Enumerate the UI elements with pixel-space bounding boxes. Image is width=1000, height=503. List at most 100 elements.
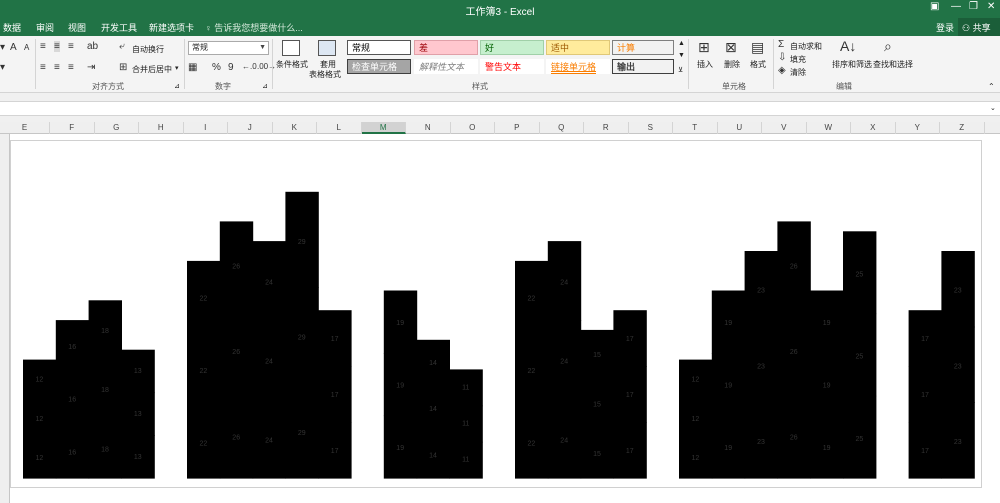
data-label-g1-b2-s2: 24 xyxy=(265,280,273,287)
worksheet[interactable]: 12 12 12 16 16 16 18 18 18 13 13 13 22 22 22 26 26 26 24 24… xyxy=(0,134,1000,503)
align-middle-icon[interactable]: ≡ xyxy=(54,41,60,52)
merge-center-button[interactable]: 合并后居中 xyxy=(132,64,172,75)
align-top-icon[interactable]: ≡ xyxy=(40,41,46,52)
restore-icon[interactable]: ❐ xyxy=(969,1,978,12)
column-header-y[interactable]: Y xyxy=(896,122,940,134)
sort-filter-icon: A↓ xyxy=(840,38,857,54)
conditional-format-button[interactable]: 条件格式 xyxy=(276,59,308,70)
data-label-g4-b1-s1: 19 xyxy=(724,382,732,389)
column-header-n[interactable]: N xyxy=(406,122,451,134)
column-header-f[interactable]: F xyxy=(50,122,95,134)
sort-filter-button[interactable]: 排序和筛选 xyxy=(832,59,872,70)
increase-decimal-icon[interactable]: ←.0 xyxy=(242,62,257,71)
indent-icon[interactable]: ⇥ xyxy=(87,62,95,73)
column-header-r[interactable]: R xyxy=(584,122,629,134)
separator xyxy=(272,39,273,89)
style-good[interactable]: 好 xyxy=(480,40,544,55)
column-header-q[interactable]: Q xyxy=(540,122,584,134)
style-bad[interactable]: 差 xyxy=(414,40,478,55)
delete-button[interactable]: 删除 xyxy=(724,59,740,70)
style-warning[interactable]: 警告文本 xyxy=(480,59,544,74)
column-header-i[interactable]: I xyxy=(184,122,228,134)
font-color-dropdown-icon[interactable]: ▾ xyxy=(0,62,5,73)
minimize-icon[interactable]: — xyxy=(951,1,961,12)
styles-scroll-up-icon[interactable]: ▲ xyxy=(678,40,685,47)
column-header-w[interactable]: W xyxy=(807,122,851,134)
styles-more-icon[interactable]: ⊻ xyxy=(678,66,683,74)
chart-area[interactable]: 12 12 12 16 16 16 18 18 18 13 13 13 22 22 22 26 26 26 24 24… xyxy=(10,140,982,488)
comma-style-button[interactable]: 9 xyxy=(228,62,234,73)
column-header-s[interactable]: S xyxy=(629,122,673,134)
tell-me-search[interactable]: ♀ 告诉我您想要做什么... xyxy=(205,21,303,34)
collapse-ribbon-icon[interactable]: ⌃ xyxy=(988,82,995,91)
column-header-k[interactable]: K xyxy=(273,122,317,134)
align-bottom-icon[interactable]: ≡ xyxy=(68,41,74,52)
wrap-text-icon[interactable]: ⤶ xyxy=(119,41,125,52)
data-label-g4-b3-s0: 26 xyxy=(790,435,798,442)
font-size-dropdown-icon[interactable]: ▾ xyxy=(0,42,5,53)
data-label-g5-b1-s0: 23 xyxy=(954,439,962,446)
tab-new[interactable]: 新建选项卡 xyxy=(149,21,194,34)
column-header-l[interactable]: L xyxy=(317,122,362,134)
style-check-cell[interactable]: 检查单元格 xyxy=(347,59,411,74)
column-header-h[interactable]: H xyxy=(139,122,184,134)
close-icon[interactable]: ✕ xyxy=(987,1,995,12)
table-format-button-line2[interactable]: 表格格式 xyxy=(309,69,341,80)
style-neutral[interactable]: 适中 xyxy=(546,40,610,55)
expand-formula-icon[interactable]: ⌄ xyxy=(990,104,996,112)
column-header-m[interactable]: M xyxy=(361,122,406,134)
find-select-button[interactable]: 查找和选择 xyxy=(873,59,913,70)
style-explanatory[interactable]: 解释性文本 xyxy=(414,59,478,74)
percent-button[interactable]: % xyxy=(212,62,221,73)
column-header-z[interactable]: Z xyxy=(940,122,985,134)
increase-font-icon[interactable]: A xyxy=(10,42,17,53)
column-header-p[interactable]: P xyxy=(495,122,540,134)
format-button[interactable]: 格式 xyxy=(750,59,766,70)
decrease-decimal-icon[interactable]: .00→ xyxy=(257,62,276,71)
align-right-icon[interactable]: ≡ xyxy=(68,62,74,73)
column-header-j[interactable]: J xyxy=(228,122,273,134)
data-label-g0-b0-s2: 12 xyxy=(36,376,44,383)
insert-button[interactable]: 插入 xyxy=(697,59,713,70)
style-calculation[interactable]: 计算 xyxy=(612,40,674,55)
login-link[interactable]: 登录 xyxy=(936,21,954,34)
tab-view[interactable]: 视图 xyxy=(68,21,86,34)
share-button[interactable]: ⚇ 共享 xyxy=(958,18,1000,36)
style-linked-cell[interactable]: 链接单元格 xyxy=(546,59,610,74)
data-label-g2-b1-s1: 14 xyxy=(429,406,437,413)
style-output[interactable]: 输出 xyxy=(612,59,674,74)
tab-review[interactable]: 审阅 xyxy=(36,21,54,34)
tab-developer[interactable]: 开发工具 xyxy=(101,21,137,34)
merge-center-icon[interactable]: ⊞ xyxy=(119,62,127,73)
column-header-g[interactable]: G xyxy=(95,122,139,134)
column-header-v[interactable]: V xyxy=(762,122,807,134)
align-center-icon[interactable]: ≡ xyxy=(54,62,60,73)
currency-icon[interactable]: ▦ xyxy=(188,62,197,73)
alignment-launcher-icon[interactable]: ⊿ xyxy=(174,82,180,90)
column-header-o[interactable]: O xyxy=(451,122,495,134)
wrap-text-button[interactable]: 自动换行 xyxy=(132,44,164,55)
autosum-button[interactable]: 自动求和 xyxy=(790,41,822,52)
number-format-dropdown[interactable]: 常规 ▼ xyxy=(188,41,269,55)
ribbon-tabs: 数据 审阅 视图 开发工具 新建选项卡 ♀ 告诉我您想要做什么... 登录 ⚇ … xyxy=(0,18,1000,36)
column-header-u[interactable]: U xyxy=(718,122,762,134)
data-label-g3-b3-s2: 17 xyxy=(626,336,634,343)
formula-bar[interactable]: ⌄ xyxy=(0,101,1000,116)
clear-button[interactable]: 清除 xyxy=(790,67,806,78)
styles-scroll-down-icon[interactable]: ▼ xyxy=(678,52,685,59)
ribbon-display-icon[interactable]: ▣ xyxy=(930,1,939,12)
data-label-g1-b1-s0: 26 xyxy=(232,435,240,442)
column-header-x[interactable]: X xyxy=(851,122,896,134)
decrease-font-icon[interactable]: A xyxy=(24,43,29,52)
align-left-icon[interactable]: ≡ xyxy=(40,62,46,73)
orientation-icon[interactable]: ab xyxy=(87,41,98,52)
style-normal[interactable]: 常规 xyxy=(347,40,411,55)
tab-data[interactable]: 数据 xyxy=(3,21,21,34)
data-label-g2-b0-s2: 19 xyxy=(396,320,404,327)
data-label-g3-b0-s2: 22 xyxy=(528,296,536,303)
fill-button[interactable]: 填充 xyxy=(790,54,806,65)
number-launcher-icon[interactable]: ⊿ xyxy=(262,82,268,90)
column-header-e[interactable]: E xyxy=(0,122,50,134)
column-header-t[interactable]: T xyxy=(673,122,718,134)
merge-dropdown-icon[interactable]: ▾ xyxy=(175,64,179,72)
